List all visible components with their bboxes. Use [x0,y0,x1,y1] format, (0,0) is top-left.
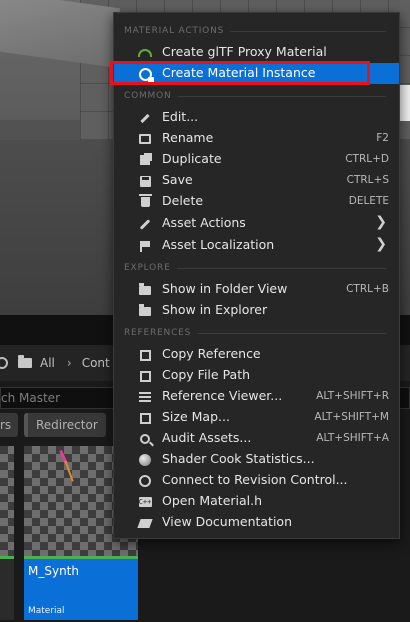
divider [230,30,386,32]
menu-item-label: Delete [162,193,204,208]
filter-chip[interactable]: rs [0,413,18,437]
shortcut-label: ALT+SHIFT+R [316,390,389,402]
shortcut-label: ALT+SHIFT+M [314,411,389,423]
reference-viewer-icon [138,390,152,404]
menu-item-edit[interactable]: Edit... [114,107,399,128]
section-references: REFERENCES [124,328,386,338]
audit-icon [138,432,152,446]
trash-icon [138,194,152,209]
documentation-icon [137,516,153,530]
asset-tile[interactable] [0,446,14,620]
divider [197,332,386,334]
menu-item-shader-cook-statistics[interactable]: Shader Cook Statistics... [114,449,399,470]
menu-item-label: Edit... [162,109,199,124]
section-common: COMMON [124,91,386,101]
divider [177,95,386,97]
rename-icon [138,132,152,146]
menu-item-label: Show in Explorer [162,302,268,317]
menu-item-duplicate[interactable]: Duplicate CTRL+D [114,149,399,170]
menu-item-label: Copy File Path [162,367,251,382]
section-title: REFERENCES [124,328,192,338]
section-title: EXPLORE [124,263,171,273]
asset-context-menu: MATERIAL ACTIONS Create glTF Proxy Mater… [113,12,400,539]
menu-item-show-in-folder-view[interactable]: Show in Folder View CTRL+B [114,279,399,300]
menu-item-label: Duplicate [162,151,222,166]
shader-sphere-icon [138,453,152,467]
menu-item-asset-localization[interactable]: Asset Localization ❯ [114,235,399,256]
menu-item-label: Size Map... [162,409,230,424]
section-explore: EXPLORE [124,263,386,273]
duplicate-icon [138,153,152,167]
menu-item-label: Create glTF Proxy Material [162,44,327,59]
menu-item-label: Asset Actions [162,215,246,230]
menu-item-label: Audit Assets... [162,430,252,445]
menu-item-audit-assets[interactable]: Audit Assets... ALT+SHIFT+A [114,428,399,449]
chevron-right-icon: ❯ [375,236,387,252]
asset-type: Material [28,606,65,616]
menu-item-view-documentation[interactable]: View Documentation [114,512,399,533]
divider [176,267,386,269]
section-material-actions: MATERIAL ACTIONS [124,26,386,36]
shortcut-label: ALT+SHIFT+A [316,432,389,444]
menu-item-rename[interactable]: Rename F2 [114,128,399,149]
copy-icon [138,348,152,362]
search-text: ch Master [1,391,60,405]
thumbnail-stroke [64,460,74,482]
shortcut-label: CTRL+S [346,174,389,186]
asset-name-area [0,559,14,620]
menu-item-asset-actions[interactable]: Asset Actions ❯ [114,213,399,234]
menu-item-open-material-h[interactable]: C++ Open Material.h [114,491,399,512]
menu-item-label: Rename [162,130,214,145]
shortcut-label: DELETE [348,195,389,207]
folder-icon [18,355,32,368]
filter-bar: rs Redirector [0,413,106,437]
menu-item-show-in-explorer[interactable]: Show in Explorer [114,300,399,321]
material-instance-icon [138,67,154,83]
menu-item-create-gltf-proxy[interactable]: Create glTF Proxy Material [114,42,399,63]
code-file-icon: C++ [138,497,152,507]
menu-item-label: View Documentation [162,514,292,529]
menu-item-label: Show in Folder View [162,281,288,296]
section-title: COMMON [124,91,172,101]
copy-icon [138,369,152,383]
asset-name: M_Synth [28,564,79,578]
menu-item-size-map[interactable]: Size Map... ALT+SHIFT+M [114,407,399,428]
history-icon[interactable] [0,357,8,369]
menu-item-create-material-instance[interactable]: Create Material Instance [114,63,399,84]
revision-control-icon [138,474,152,488]
menu-item-label: Connect to Revision Control... [162,472,348,487]
menu-item-label: Open Material.h [162,493,263,508]
asset-thumbnail [0,446,14,558]
menu-item-copy-file-path[interactable]: Copy File Path [114,365,399,386]
menu-item-label: Reference Viewer... [162,388,283,403]
gltf-icon [138,46,152,60]
shortcut-label: CTRL+B [346,283,389,295]
menu-item-label: Create Material Instance [162,65,316,80]
menu-item-copy-reference[interactable]: Copy Reference [114,344,399,365]
menu-item-label: Save [162,172,193,187]
menu-item-reference-viewer[interactable]: Reference Viewer... ALT+SHIFT+R [114,386,399,407]
section-title: MATERIAL ACTIONS [124,26,225,36]
menu-item-connect-to-revision-control[interactable]: Connect to Revision Control... [114,470,399,491]
menu-item-save[interactable]: Save CTRL+S [114,170,399,191]
wrench-icon [138,217,152,231]
filter-chip-redirector[interactable]: Redirector [24,413,106,437]
size-map-icon [138,411,152,425]
menu-item-label: Shader Cook Statistics... [162,451,315,466]
viewport-overlay-panel [400,85,410,121]
folder-icon [138,303,152,318]
folder-search-icon [138,282,152,297]
breadcrumb-all[interactable]: All [40,356,55,370]
menu-item-label: Copy Reference [162,346,261,361]
shortcut-label: CTRL+D [345,153,389,165]
menu-item-delete[interactable]: Delete DELETE [114,191,399,212]
flag-icon [138,239,152,253]
breadcrumb-content[interactable]: Cont [82,356,110,370]
pencil-icon [138,111,152,125]
menu-item-label: Asset Localization [162,237,275,252]
chevron-right-icon[interactable]: › [67,356,72,370]
shortcut-label: F2 [376,132,389,144]
chevron-right-icon: ❯ [375,214,387,230]
save-icon [138,174,152,188]
